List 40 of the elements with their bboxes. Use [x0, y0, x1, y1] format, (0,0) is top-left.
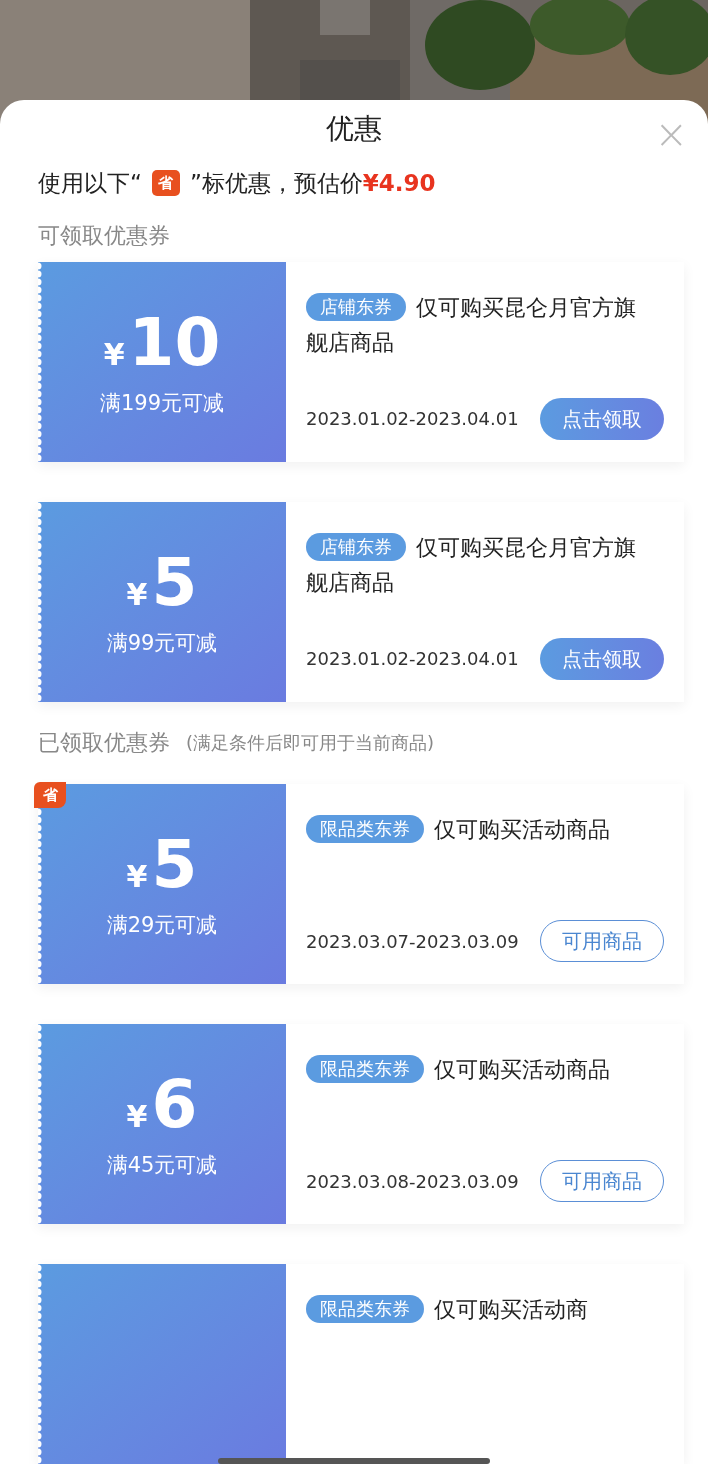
sheet-title: 优惠	[326, 111, 382, 148]
section-note: (满足条件后即可用于当前商品)	[186, 731, 435, 756]
estimate-text: ”标优惠，预估价	[189, 169, 363, 199]
estimated-price: ¥4.90	[362, 169, 436, 199]
validity-dates: 2023.01.02-2023.04.01	[306, 647, 519, 672]
coupon-condition: 满29元可减	[106, 912, 218, 940]
coupon-condition: 满45元可减	[106, 1152, 218, 1180]
save-badge: 省	[151, 170, 180, 197]
coupon-amount: 6	[151, 1072, 198, 1139]
currency-symbol: ¥	[126, 580, 148, 611]
currency-symbol: ¥	[126, 862, 148, 893]
coupon-description: 限品类东券 仅可购买活动商品	[306, 1052, 646, 1087]
save-badge: 省	[34, 782, 66, 808]
coupon-type-tag: 限品类东券	[306, 1055, 424, 1083]
coupon-action-button[interactable]: 点击领取	[540, 397, 664, 440]
validity-dates: 2023.03.08-2023.03.09	[306, 1169, 519, 1194]
coupon-condition: 满199元可减	[99, 390, 225, 418]
coupon-action-button[interactable]: 可用商品	[540, 920, 664, 962]
close-button[interactable]: ×	[654, 114, 688, 154]
coupon-amount: 5	[151, 550, 198, 617]
coupon-description: 店铺东券 仅可购买昆仑月官方旗舰店商品	[306, 531, 637, 597]
currency-symbol: ¥	[103, 340, 125, 371]
coupon-action-button[interactable]: 可用商品	[540, 1160, 664, 1202]
coupon-type-tag: 店铺东券	[306, 292, 406, 321]
validity-dates: 2023.01.02-2023.04.01	[306, 407, 519, 432]
coupon-description: 限品类东券 仅可购买活动商品	[306, 812, 646, 847]
estimate-text: 使用以下“	[38, 169, 142, 199]
coupon-type-tag: 限品类东券	[306, 815, 424, 843]
coupon-condition: 满99元可减	[106, 630, 218, 658]
coupon-description: 限品类东券 仅可购买活动商	[306, 1292, 646, 1327]
coupon-description: 店铺东券 仅可购买昆仑月官方旗舰店商品	[306, 291, 637, 357]
coupon-type-tag: 限品类东券	[306, 1295, 424, 1323]
coupon-type-tag: 店铺东券	[306, 532, 406, 561]
section-heading: 可领取优惠券	[38, 221, 170, 250]
validity-dates: 2023.03.07-2023.03.09	[306, 929, 519, 954]
coupon-action-button[interactable]: 点击领取	[540, 637, 664, 680]
section-heading: 已领取优惠券	[38, 729, 170, 758]
coupon-amount: 10	[128, 310, 221, 377]
currency-symbol: ¥	[126, 1102, 148, 1133]
coupon-amount: 5	[151, 832, 198, 899]
